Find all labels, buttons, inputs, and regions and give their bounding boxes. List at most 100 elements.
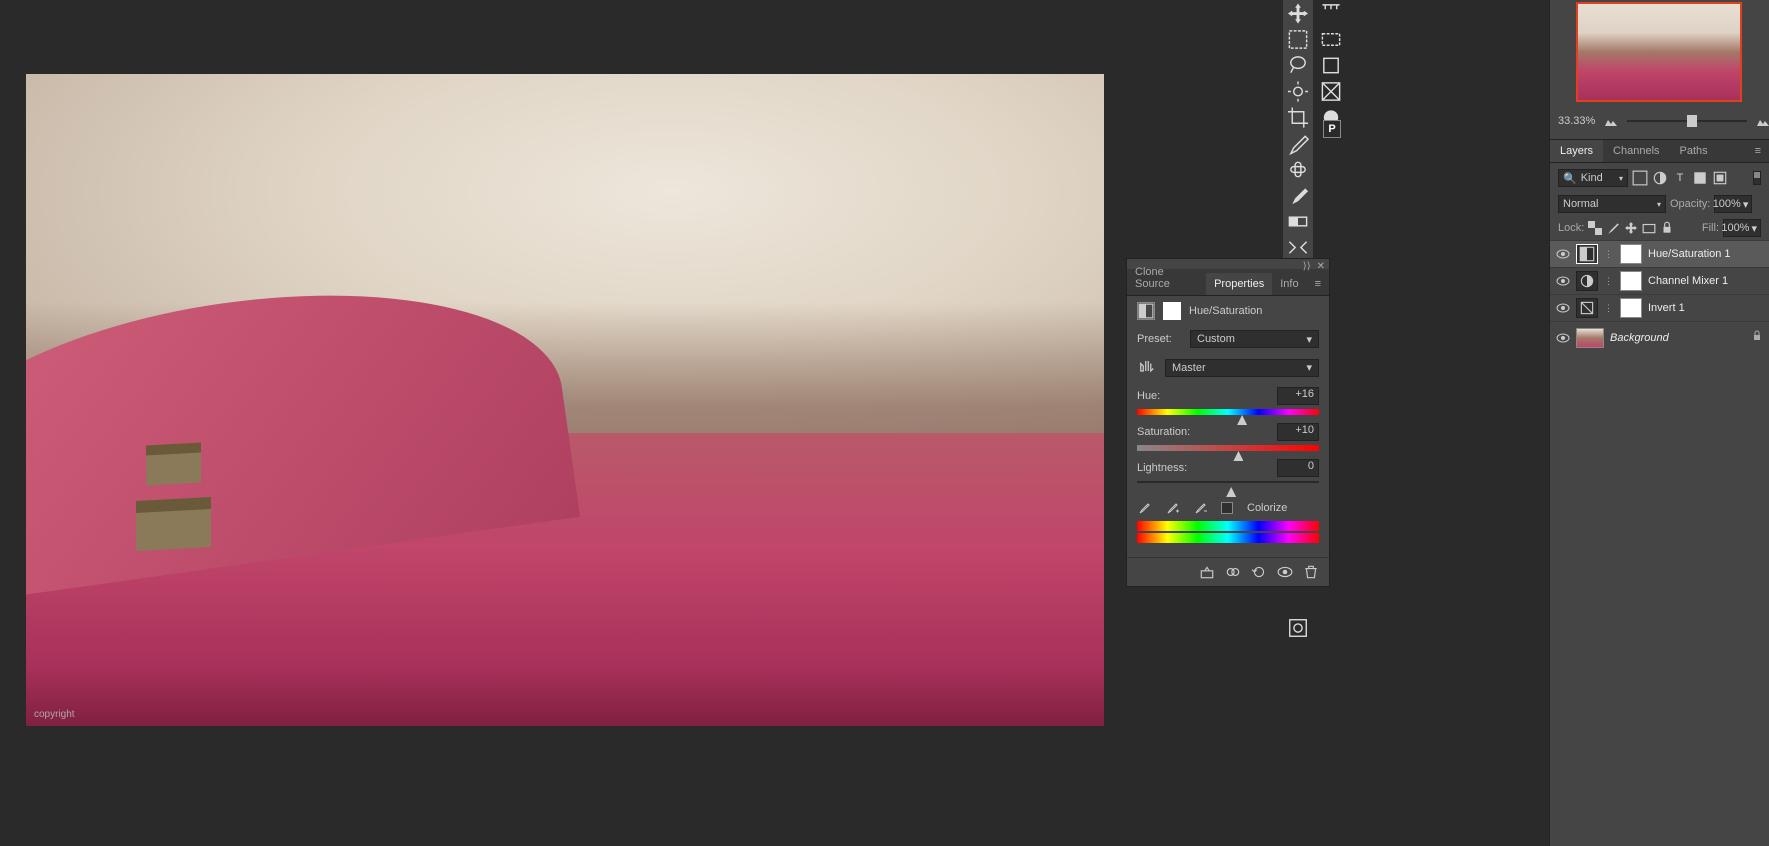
select-tool-icon[interactable] — [1318, 28, 1344, 51]
delete-icon[interactable] — [1303, 564, 1319, 580]
spectrum-bar-top[interactable] — [1137, 521, 1319, 531]
mask-icon[interactable] — [1163, 302, 1181, 320]
lock-all-icon[interactable] — [1660, 221, 1674, 235]
hue-track[interactable] — [1137, 409, 1319, 417]
filter-shape-icon[interactable] — [1692, 170, 1708, 186]
panel-menu-icon[interactable]: ≡ — [1747, 140, 1769, 162]
light-value[interactable]: 0 — [1277, 459, 1319, 477]
eyedropper-add-icon[interactable] — [1165, 501, 1179, 515]
layer-invert[interactable]: ⋮ Invert 1 — [1550, 294, 1769, 321]
zoom-out-icon[interactable] — [1605, 116, 1617, 126]
right-panel: 33.33% Layers Channels Paths ≡ 🔍Kind▾ T … — [1549, 0, 1769, 846]
lock-icon[interactable] — [1751, 330, 1763, 345]
adjustment-type-icon — [1137, 302, 1155, 320]
tab-info[interactable]: Info — [1272, 273, 1306, 295]
spectrum-bars — [1127, 519, 1329, 557]
layer-name: Hue/Saturation 1 — [1648, 248, 1731, 260]
layer-channel-mixer[interactable]: ⋮ Channel Mixer 1 — [1550, 267, 1769, 294]
preset-row: Preset: Custom▾ — [1127, 326, 1329, 352]
preset-select[interactable]: Custom▾ — [1190, 330, 1319, 348]
gradient-tool-icon[interactable] — [1285, 210, 1311, 233]
properties-panel: ⟩⟩✕ Clone Source Properties Info ≡ Hue/S… — [1126, 258, 1330, 587]
navigator-thumbnail[interactable] — [1576, 2, 1742, 102]
preset-label: Preset: — [1137, 333, 1182, 345]
opacity-value[interactable]: 100%▾ — [1714, 195, 1752, 213]
panel-tabs: Layers Channels Paths ≡ — [1550, 139, 1769, 163]
fill-value[interactable]: 100%▾ — [1723, 219, 1761, 237]
clip-to-layer-icon[interactable] — [1199, 564, 1215, 580]
healing-tool-icon[interactable] — [1285, 158, 1311, 181]
link-icon: ⋮ — [1604, 249, 1614, 260]
crop-tool-icon[interactable] — [1285, 106, 1311, 129]
move-tool-icon[interactable] — [1285, 2, 1311, 25]
layer-filter-row: 🔍Kind▾ T — [1550, 166, 1769, 190]
eyedropper-icon[interactable] — [1137, 501, 1151, 515]
layer-mask[interactable] — [1620, 298, 1642, 318]
layer-background[interactable]: Background — [1550, 321, 1769, 353]
saturation-slider: Saturation: +10 — [1127, 419, 1329, 455]
marquee-tool-icon[interactable] — [1285, 28, 1311, 51]
tab-layers[interactable]: Layers — [1550, 140, 1603, 162]
sat-track[interactable] — [1137, 445, 1319, 453]
quick-select-tool-icon[interactable] — [1285, 80, 1311, 103]
filter-pixel-icon[interactable] — [1632, 170, 1648, 186]
view-previous-icon[interactable] — [1225, 564, 1241, 580]
reset-icon[interactable] — [1251, 564, 1267, 580]
link-icon: ⋮ — [1604, 276, 1614, 287]
channel-select[interactable]: Master▾ — [1165, 359, 1319, 377]
panel-collapse[interactable]: ⟩⟩ ✕ — [1303, 261, 1325, 272]
scrubby-icon[interactable] — [1137, 356, 1157, 379]
lock-trans-icon[interactable] — [1588, 221, 1602, 235]
lock-nest-icon[interactable] — [1642, 221, 1656, 235]
layer-filter-kind[interactable]: 🔍Kind▾ — [1558, 169, 1628, 187]
colorize-checkbox[interactable] — [1221, 502, 1233, 514]
lock-pos-icon[interactable] — [1624, 221, 1638, 235]
filter-toggle[interactable] — [1753, 171, 1761, 185]
tab-properties[interactable]: Properties — [1206, 273, 1272, 295]
visibility-icon[interactable] — [1556, 301, 1570, 315]
artboard-tool-icon[interactable] — [1318, 54, 1344, 77]
document-canvas[interactable]: copyright — [26, 74, 1104, 726]
layer-lock-row: Lock: Fill: 100%▾ — [1550, 216, 1769, 240]
collapse-icon: ⟩⟩ — [1303, 261, 1311, 272]
hue-value[interactable]: +16 — [1277, 387, 1319, 405]
eyedropper-subtract-icon[interactable] — [1193, 501, 1207, 515]
sat-label: Saturation: — [1137, 426, 1190, 438]
colorize-label: Colorize — [1247, 502, 1287, 514]
layer-mask[interactable] — [1620, 271, 1642, 291]
visibility-icon[interactable] — [1556, 331, 1570, 345]
frame-tool-icon[interactable] — [1318, 80, 1344, 103]
eyedropper-tool-icon[interactable] — [1285, 132, 1311, 155]
zoom-in-icon[interactable] — [1757, 116, 1769, 126]
visibility-icon[interactable] — [1556, 274, 1570, 288]
tab-clone-source[interactable]: Clone Source — [1127, 261, 1206, 295]
tab-channels[interactable]: Channels — [1603, 140, 1669, 162]
zoom-value: 33.33% — [1558, 115, 1595, 127]
toggle-visibility-icon[interactable] — [1277, 564, 1293, 580]
light-track[interactable] — [1137, 481, 1319, 489]
link-icon: ⋮ — [1604, 303, 1614, 314]
filter-type-icon[interactable]: T — [1672, 170, 1688, 186]
properties-tabs: Clone Source Properties Info ≡ — [1127, 269, 1329, 296]
close-icon: ✕ — [1317, 261, 1325, 272]
filter-smart-icon[interactable] — [1712, 170, 1728, 186]
lasso-tool-icon[interactable] — [1285, 54, 1311, 77]
tab-paths[interactable]: Paths — [1670, 140, 1718, 162]
shuffle-tool-icon[interactable] — [1285, 236, 1311, 259]
visibility-icon[interactable] — [1556, 247, 1570, 261]
plugin-icon[interactable]: P — [1323, 120, 1341, 138]
panel-menu-icon[interactable]: ≡ — [1307, 273, 1329, 295]
lock-paint-icon[interactable] — [1606, 221, 1620, 235]
filter-adjust-icon[interactable] — [1652, 170, 1668, 186]
blend-mode-select[interactable]: Normal▾ — [1558, 195, 1666, 213]
spectrum-bar-bottom[interactable] — [1137, 533, 1319, 543]
brush-tool-icon[interactable] — [1285, 184, 1311, 207]
quick-mask-icon[interactable] — [1287, 617, 1309, 639]
navigator-zoom: 33.33% — [1558, 115, 1769, 127]
zoom-slider[interactable] — [1627, 120, 1747, 122]
layer-hue-saturation[interactable]: ⋮ Hue/Saturation 1 — [1550, 240, 1769, 267]
ruler-tool-icon[interactable] — [1318, 2, 1344, 25]
layer-name: Channel Mixer 1 — [1648, 275, 1728, 287]
sat-value[interactable]: +10 — [1277, 423, 1319, 441]
layer-mask[interactable] — [1620, 244, 1642, 264]
